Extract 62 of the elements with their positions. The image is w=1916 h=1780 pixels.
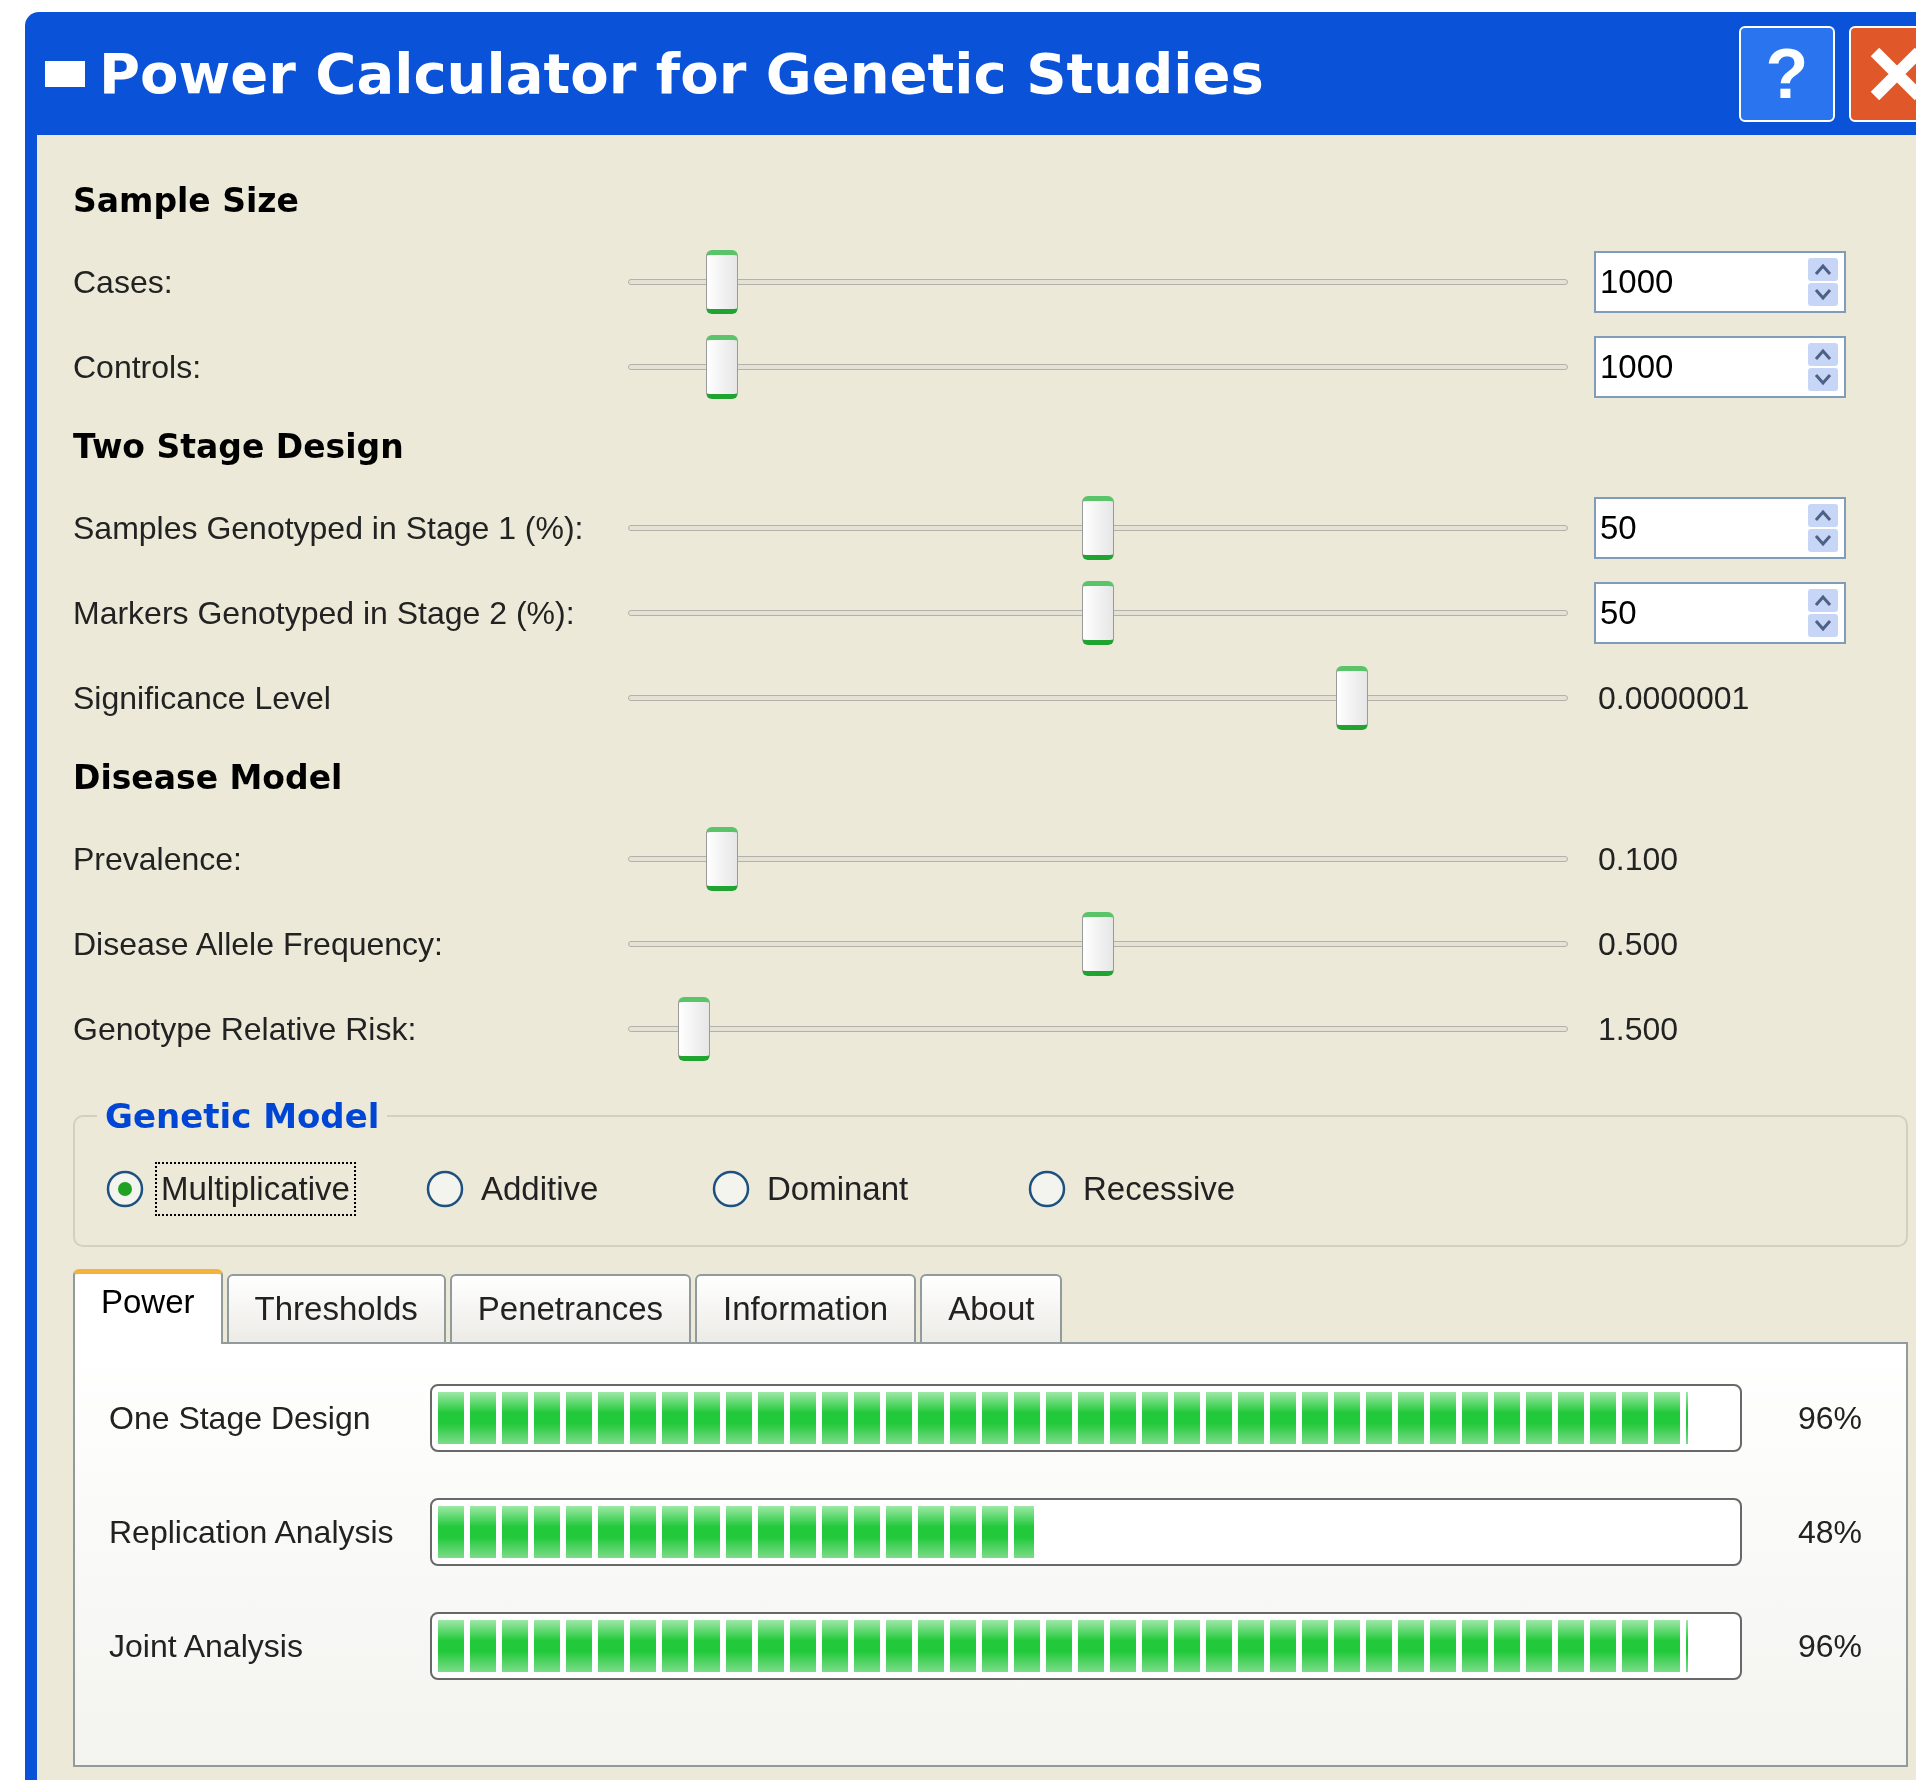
field-label: Controls: bbox=[73, 347, 203, 387]
field-label: Prevalence: bbox=[73, 839, 243, 879]
value-readout: 1.500 bbox=[1597, 1010, 1679, 1047]
section-heading: Sample Size bbox=[73, 180, 299, 223]
spin-arrows-icon[interactable] bbox=[1808, 342, 1838, 391]
slider[interactable] bbox=[628, 826, 1568, 891]
number-field[interactable]: 1000 bbox=[1594, 250, 1846, 313]
spin-arrows-icon[interactable] bbox=[1808, 503, 1838, 552]
slider[interactable] bbox=[628, 996, 1568, 1061]
slider-thumb[interactable] bbox=[1082, 911, 1114, 976]
power-label: Joint Analysis bbox=[109, 1627, 304, 1666]
power-label: Replication Analysis bbox=[109, 1513, 395, 1552]
field-label: Disease Allele Frequency: bbox=[73, 924, 444, 964]
slider-thumb[interactable] bbox=[706, 826, 738, 891]
window-title: Power Calculator for Genetic Studies bbox=[99, 39, 1265, 108]
power-percent: 96% bbox=[1798, 1399, 1863, 1438]
radio-button[interactable] bbox=[1027, 1169, 1067, 1209]
field-label: Samples Genotyped in Stage 1 (%): bbox=[73, 508, 585, 548]
help-button[interactable]: ? bbox=[1739, 25, 1835, 122]
tab[interactable]: Power bbox=[73, 1269, 223, 1344]
power-percent: 96% bbox=[1798, 1627, 1863, 1666]
close-button[interactable] bbox=[1849, 25, 1916, 122]
slider-thumb[interactable] bbox=[1335, 665, 1368, 730]
slider-thumb[interactable] bbox=[706, 249, 738, 314]
slider[interactable] bbox=[628, 249, 1568, 314]
value-readout: 0.0000001 bbox=[1597, 679, 1750, 716]
tab[interactable]: Information bbox=[695, 1274, 917, 1342]
field-label: Markers Genotyped in Stage 2 (%): bbox=[73, 593, 576, 633]
radio-label[interactable]: Dominant bbox=[761, 1162, 915, 1216]
field-label: Significance Level bbox=[73, 678, 332, 718]
radio-label[interactable]: Multiplicative bbox=[155, 1162, 356, 1216]
slider-thumb[interactable] bbox=[706, 334, 738, 399]
power-label: One Stage Design bbox=[109, 1399, 372, 1438]
section-heading: Disease Model bbox=[73, 757, 343, 800]
slider[interactable] bbox=[628, 665, 1568, 730]
slider[interactable] bbox=[628, 495, 1568, 560]
slider-thumb[interactable] bbox=[677, 996, 710, 1061]
number-field[interactable]: 50 bbox=[1594, 581, 1846, 644]
section-heading: Two Stage Design bbox=[73, 426, 404, 469]
slider[interactable] bbox=[628, 911, 1568, 976]
radio-label[interactable]: Recessive bbox=[1077, 1162, 1242, 1216]
window-icon bbox=[45, 58, 85, 89]
slider-thumb[interactable] bbox=[1082, 495, 1114, 560]
value-readout: 0.500 bbox=[1597, 925, 1679, 962]
slider-thumb[interactable] bbox=[1082, 580, 1114, 645]
slider[interactable] bbox=[628, 580, 1568, 645]
field-label: Genotype Relative Risk: bbox=[73, 1009, 418, 1049]
tab[interactable]: Penetrances bbox=[449, 1274, 692, 1342]
power-percent: 48% bbox=[1798, 1513, 1863, 1552]
value-readout: 0.100 bbox=[1597, 840, 1679, 877]
radio-button[interactable] bbox=[105, 1169, 145, 1209]
radio-label[interactable]: Additive bbox=[475, 1162, 605, 1216]
radio-button[interactable] bbox=[711, 1169, 751, 1209]
tab[interactable]: About bbox=[920, 1274, 1063, 1342]
tab[interactable]: Thresholds bbox=[226, 1274, 446, 1342]
field-label: Cases: bbox=[73, 262, 174, 302]
number-field[interactable]: 1000 bbox=[1594, 335, 1846, 398]
spin-arrows-icon[interactable] bbox=[1808, 257, 1838, 306]
number-field[interactable]: 50 bbox=[1594, 496, 1846, 559]
radio-button[interactable] bbox=[425, 1169, 465, 1209]
spin-arrows-icon[interactable] bbox=[1808, 588, 1838, 637]
slider[interactable] bbox=[628, 334, 1568, 399]
